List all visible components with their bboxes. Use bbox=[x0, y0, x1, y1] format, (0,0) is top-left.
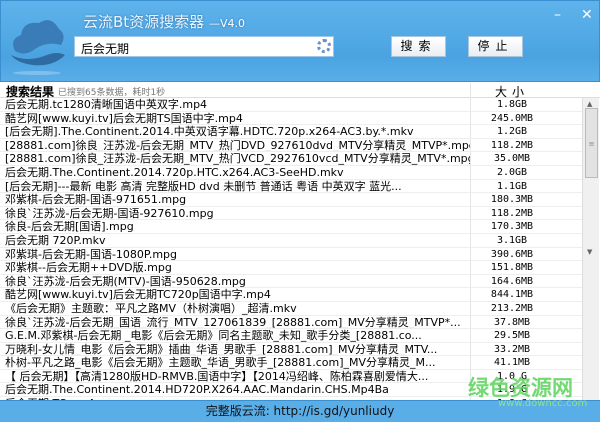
file-name: [后会无期]---最新 电影 高清 完整版HD dvd 未删节 普通话 粤语 中… bbox=[5, 179, 402, 193]
file-size: 170.3MB bbox=[470, 220, 553, 233]
file-name: 朴树-平凡之路_电影《后会无期》主题歌_华语_男歌手_[28881.com]_M… bbox=[5, 356, 436, 369]
cloud-logo-icon bbox=[11, 20, 65, 75]
result-row[interactable]: 徐良`汪苏泷-后会无期(MTV)-国语-950628.mpg 164.6MB bbox=[0, 274, 582, 289]
file-size: 213.2MB bbox=[470, 301, 553, 315]
file-size: 245.0MB bbox=[470, 111, 553, 125]
file-size: 164.6MB bbox=[470, 274, 553, 288]
results-summary: 已搜到65条数据，耗时1秒 bbox=[58, 88, 166, 98]
result-row[interactable]: [28881.com]徐良_汪苏泷-后会无期_MTV_热门VCD_2927610… bbox=[0, 152, 582, 166]
file-name: [后会无期].The.Continent.2014.中英双语字幕.HDTC.72… bbox=[5, 125, 414, 138]
file-size: 118.2MB bbox=[470, 138, 553, 152]
file-size: 41.1MB bbox=[470, 356, 553, 369]
stop-button[interactable]: 停止 bbox=[468, 36, 523, 57]
result-row[interactable]: 邓紫琪-后会无期-国语-1080P.mpg 390.6MB bbox=[0, 247, 582, 262]
file-name: 酷艺网[www.kuyi.tv]后会无期TS国语中字.mp4 bbox=[5, 111, 243, 125]
result-row[interactable]: [后会无期]---最新 电影 高清 完整版HD dvd 未删节 普通话 粤语 中… bbox=[0, 179, 582, 194]
minimize-button[interactable]: – bbox=[554, 7, 561, 23]
result-row[interactable]: 徐良`汪苏泷-后会无期_国语_流行_MTV_127061839_[28881.c… bbox=[0, 315, 582, 330]
result-row[interactable]: 后会无期.The.Continent.2014.720p.HTC.x264.AC… bbox=[0, 165, 582, 180]
search-button[interactable]: 搜索 bbox=[391, 36, 446, 57]
file-name: 后会无期 720P.mkv bbox=[5, 233, 106, 247]
file-name: 后会无期.The.Continent.2014.HD720P.X264.AAC.… bbox=[5, 383, 389, 397]
file-name: 邓紫琪-后会无期-国语-1080P.mpg bbox=[5, 247, 177, 261]
file-name: 徐良`汪苏泷-后会无期-国语-927610.mpg bbox=[5, 206, 214, 220]
file-size: 1.0 G bbox=[470, 369, 553, 383]
result-row[interactable]: 后会无期.tc1280清晰国语中英双字.mp4 1.8GB bbox=[0, 98, 582, 112]
file-name: G.E.M.邓紫棋-后会无期 _电影《后会无期》同名主题歌_未知_歌手分类_[2… bbox=[5, 329, 422, 342]
file-size: 1.9 G bbox=[470, 383, 553, 397]
result-row[interactable]: G.E.M.邓紫棋-后会无期 _电影《后会无期》同名主题歌_未知_歌手分类_[2… bbox=[0, 329, 582, 343]
file-name: 邓紫棋-后会无期-国语-971651.mpg bbox=[5, 193, 187, 206]
result-row[interactable]: 徐良`汪苏泷-后会无期-国语-927610.mpg 118.2MB bbox=[0, 206, 582, 221]
result-row[interactable]: 酷艺网[www.kuyi.tv]后会无期TC720p国语中字.mp4 844.1M… bbox=[0, 288, 582, 302]
result-row[interactable]: 徐良-后会无期[国语].mpg 170.3MB bbox=[0, 220, 582, 234]
loading-spinner-icon bbox=[317, 39, 331, 53]
file-name: 《后会无期》主题歌：平凡之路MV（朴树演唱）_超清.mkv bbox=[5, 301, 297, 315]
result-row[interactable]: [后会无期].The.Continent.2014.中英双语字幕.HDTC.72… bbox=[0, 125, 582, 139]
file-size: 118.2MB bbox=[470, 206, 553, 220]
file-size: 37.8MB bbox=[470, 315, 553, 329]
file-size: 1.1GB bbox=[470, 179, 553, 193]
app-title: 云流Bt资源搜索器 bbox=[83, 13, 205, 31]
result-row[interactable]: 邓紫棋--后会无期++DVD版.mpg 151.8MB bbox=[0, 261, 582, 275]
result-row[interactable]: 万晓利-女儿情_电影《后会无期》插曲_华语_男歌手_[28881.com]_MV… bbox=[0, 342, 582, 357]
file-size: 1.2GB bbox=[470, 125, 553, 138]
search-input[interactable]: 后会无期 bbox=[74, 36, 334, 57]
result-row[interactable]: 朴树-平凡之路_电影《后会无期》主题歌_华语_男歌手_[28881.com]_M… bbox=[0, 356, 582, 370]
scroll-up-icon[interactable]: ▲ bbox=[587, 100, 592, 108]
file-size: 844.1MB bbox=[470, 288, 553, 301]
result-row[interactable]: 后会无期 720P.mkv 3.1GB bbox=[0, 233, 582, 248]
file-name: 酷艺网[www.kuyi.tv]后会无期TC720p国语中字.mp4 bbox=[5, 288, 271, 301]
scrollbar[interactable]: ▲ ≡ ▼ bbox=[582, 98, 599, 400]
result-row[interactable]: 邓紫棋-后会无期-国语-971651.mpg 180.3MB bbox=[0, 193, 582, 207]
file-name: 【 后会无期】【高清1280版HD-RMVB.国语中字】【2014冯绍峰、陈柏霖… bbox=[5, 369, 429, 383]
file-name: 万晓利-女儿情_电影《后会无期》插曲_华语_男歌手_[28881.com]_MV… bbox=[5, 342, 438, 356]
file-size: 35.0MB bbox=[470, 152, 553, 165]
file-name: 徐良`汪苏泷-后会无期_国语_流行_MTV_127061839_[28881.c… bbox=[5, 315, 461, 329]
size-column-header[interactable]: 大小 bbox=[470, 83, 553, 99]
result-row[interactable]: 【 后会无期】【高清1280版HD-RMVB.国语中字】【2014冯绍峰、陈柏霖… bbox=[0, 369, 582, 384]
result-row[interactable]: 酷艺网[www.kuyi.tv]后会无期TS国语中字.mp4 245.0MB bbox=[0, 111, 582, 126]
file-name: [28881.com]徐良_汪苏泷-后会无期_MTV_热门DVD_927610d… bbox=[5, 138, 470, 152]
file-size: 3.1GB bbox=[470, 233, 553, 247]
status-bar[interactable]: 完整版云流: http://is.gd/yunliudy bbox=[0, 400, 600, 422]
file-name: 后会无期.tc1280清晰国语中英双字.mp4 bbox=[5, 98, 208, 111]
file-size: 151.8MB bbox=[470, 261, 553, 274]
title-bar: 云流Bt资源搜索器 —V4.0 – ✕ 后会无期 搜索 停止 bbox=[0, 0, 600, 82]
file-name: [28881.com]徐良_汪苏泷-后会无期_MTV_热门VCD_2927610… bbox=[5, 152, 470, 165]
results-list: 后会无期.tc1280清晰国语中英双字.mp4 1.8GB 酷艺网[www.kuyi… bbox=[0, 98, 582, 400]
file-size: 390.6MB bbox=[470, 247, 553, 261]
close-button[interactable]: ✕ bbox=[581, 7, 593, 23]
scroll-down-icon[interactable]: ▼ bbox=[587, 248, 592, 256]
file-size: 1.8GB bbox=[470, 98, 553, 111]
results-header: 搜索结果 已搜到65条数据，耗时1秒 大小 bbox=[0, 82, 600, 99]
file-name: 后会无期.The.Continent.2014.720p.HTC.x264.AC… bbox=[5, 165, 344, 179]
result-row[interactable]: [28881.com]徐良_汪苏泷-后会无期_MTV_热门DVD_927610d… bbox=[0, 138, 582, 153]
file-size: 180.3MB bbox=[470, 193, 553, 206]
file-name: 徐良`汪苏泷-后会无期(MTV)-国语-950628.mpg bbox=[5, 274, 246, 288]
file-size: 29.5MB bbox=[470, 329, 553, 342]
file-size: 33.2MB bbox=[470, 342, 553, 356]
scrollbar-thumb[interactable]: ≡ bbox=[585, 108, 598, 178]
app-version: —V4.0 bbox=[208, 17, 245, 30]
file-name: 邓紫棋--后会无期++DVD版.mpg bbox=[5, 261, 172, 274]
file-name: 徐良-后会无期[国语].mpg bbox=[5, 220, 134, 233]
result-row[interactable]: 《后会无期》主题歌：平凡之路MV（朴树演唱）_超清.mkv 213.2MB bbox=[0, 301, 582, 316]
result-row[interactable]: 后会无期.The.Continent.2014.HD720P.X264.AAC.… bbox=[0, 383, 582, 398]
file-size: 2.0GB bbox=[470, 165, 553, 179]
